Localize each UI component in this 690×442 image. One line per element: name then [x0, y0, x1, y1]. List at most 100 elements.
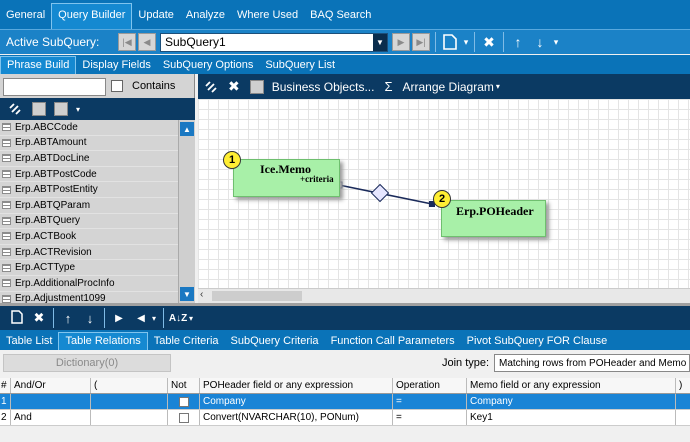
new-subquery-dropdown-icon[interactable]: ▾ [461, 31, 471, 53]
list-item[interactable]: Erp.ABTPostEntity [0, 182, 178, 198]
scroll-down-icon[interactable]: ▼ [180, 287, 194, 301]
first-subquery-button[interactable]: |◀ [118, 33, 136, 51]
chevron-down-icon[interactable]: ▾ [152, 314, 156, 323]
andor-cell[interactable]: And [11, 410, 91, 425]
tab-subquery-list[interactable]: SubQuery List [259, 59, 341, 74]
open-paren-cell[interactable] [91, 394, 168, 409]
tab-general[interactable]: General [0, 3, 51, 29]
move-down-icon[interactable]: ↓ [529, 31, 551, 53]
table-options-icon[interactable] [54, 102, 68, 116]
column-header[interactable]: # [0, 378, 11, 393]
left-field-cell[interactable]: Convert(NVARCHAR(10), PONum) [200, 410, 393, 425]
list-item[interactable]: Erp.ABCCode [0, 120, 178, 136]
last-subquery-button[interactable]: ▶| [412, 33, 430, 51]
sigma-icon[interactable]: Σ [384, 79, 392, 94]
tab-table-list[interactable]: Table List [0, 335, 58, 350]
column-header[interactable]: ( [91, 378, 168, 393]
link-icon[interactable] [6, 98, 24, 120]
list-item[interactable]: Erp.ACTRevision [0, 245, 178, 261]
tab-table-criteria[interactable]: Table Criteria [148, 335, 225, 350]
scroll-up-icon[interactable]: ▲ [180, 122, 194, 136]
open-paren-cell[interactable] [91, 410, 168, 425]
table-node-poheader[interactable]: Erp.POHeader [441, 200, 546, 237]
table-view-icon[interactable] [32, 102, 46, 116]
list-item[interactable]: Erp.ABTQParam [0, 198, 178, 214]
new-subquery-icon[interactable] [439, 31, 461, 53]
toolbar-separator [503, 32, 504, 52]
table-row[interactable]: 2 And Convert(NVARCHAR(10), PONum) = Key… [0, 410, 690, 426]
list-item[interactable]: Erp.ABTDocLine [0, 151, 178, 167]
tab-subquery-options[interactable]: SubQuery Options [157, 59, 260, 74]
move-dropdown-icon[interactable]: ▾ [551, 31, 561, 53]
chevron-down-icon[interactable]: ▼ [373, 33, 387, 51]
outdent-icon[interactable]: ◀ [130, 313, 152, 324]
not-cell[interactable] [168, 394, 200, 409]
new-icon[interactable] [6, 309, 28, 327]
list-item[interactable]: Erp.ABTAmount [0, 136, 178, 152]
tab-analyze[interactable]: Analyze [180, 3, 231, 29]
not-cell[interactable] [168, 410, 200, 425]
column-header[interactable]: Not [168, 378, 200, 393]
list-item[interactable]: Erp.ACTBook [0, 229, 178, 245]
list-item[interactable]: Erp.ABTPostCode [0, 167, 178, 183]
column-header[interactable]: Memo field or any expression [467, 378, 676, 393]
subquery-select[interactable]: SubQuery1 ▼ [160, 32, 388, 52]
delete-subquery-icon[interactable]: ✖ [478, 31, 500, 53]
join-type-select[interactable]: Matching rows from POHeader and Memo [494, 354, 690, 372]
chevron-down-icon[interactable]: ▾ [76, 105, 80, 114]
not-checkbox[interactable] [179, 412, 189, 423]
table-node-memo[interactable]: Ice.Memo +criteria [233, 159, 340, 197]
delete-icon[interactable]: ✖ [28, 310, 50, 326]
arrange-diagram-button[interactable]: Arrange Diagram ▾ [403, 80, 500, 94]
column-header[interactable]: POHeader field or any expression [200, 378, 393, 393]
tab-pivot-subquery-for-clause[interactable]: Pivot SubQuery FOR Clause [461, 335, 614, 350]
table-icon [2, 248, 11, 257]
list-item[interactable]: Erp.ACTType [0, 260, 178, 276]
prev-subquery-button[interactable]: ◀ [138, 33, 156, 51]
delete-icon[interactable]: ✖ [228, 78, 240, 95]
chevron-left-icon[interactable]: ‹ [200, 289, 203, 300]
move-up-icon[interactable]: ↑ [507, 31, 529, 53]
tab-display-fields[interactable]: Display Fields [76, 59, 156, 74]
tab-subquery-criteria[interactable]: SubQuery Criteria [225, 335, 325, 350]
sort-az-icon[interactable]: A↓Z [167, 313, 189, 324]
table-search-input[interactable] [3, 78, 106, 96]
indent-icon[interactable]: ▶ [108, 313, 130, 324]
contains-checkbox[interactable] [111, 80, 123, 92]
right-field-cell[interactable]: Company [467, 394, 676, 409]
tab-baq-search[interactable]: BAQ Search [304, 3, 377, 29]
tab-function-call-parameters[interactable]: Function Call Parameters [325, 335, 461, 350]
move-up-icon[interactable]: ↑ [57, 311, 79, 326]
business-objects-button[interactable]: Business Objects... [249, 79, 374, 94]
tab-query-builder[interactable]: Query Builder [51, 3, 133, 29]
left-field-cell[interactable]: Company [200, 394, 393, 409]
operation-cell[interactable]: = [393, 410, 467, 425]
not-checkbox[interactable] [179, 396, 189, 407]
tab-where-used[interactable]: Where Used [231, 3, 304, 29]
table-icon [2, 201, 11, 210]
operation-cell[interactable]: = [393, 394, 467, 409]
dictionary-button[interactable]: Dictionary(0) [3, 354, 171, 372]
table-list-scrollbar[interactable]: ▲ ▼ [178, 120, 195, 303]
list-item[interactable]: Erp.ABTQuery [0, 214, 178, 230]
list-item[interactable]: Erp.AdditionalProcInfo [0, 276, 178, 292]
next-subquery-button[interactable]: ▶ [392, 33, 410, 51]
table-row[interactable]: 1 Company = Company [0, 394, 690, 410]
link-tables-icon[interactable] [204, 80, 218, 94]
column-header[interactable]: ) [676, 378, 690, 393]
chevron-down-icon[interactable]: ▾ [189, 314, 193, 323]
tab-phrase-build[interactable]: Phrase Build [0, 56, 77, 74]
scrollbar-thumb[interactable] [212, 291, 302, 301]
andor-cell[interactable] [11, 394, 91, 409]
column-header[interactable]: Operation [393, 378, 467, 393]
close-paren-cell[interactable] [676, 394, 690, 409]
tab-update[interactable]: Update [132, 3, 179, 29]
tab-table-relations[interactable]: Table Relations [58, 332, 148, 350]
close-paren-cell[interactable] [676, 410, 690, 425]
query-diagram-canvas[interactable]: Ice.Memo +criteria 1 Erp.POHeader 2 [198, 99, 690, 288]
diagram-scrollbar[interactable]: ‹ [198, 288, 690, 303]
move-down-icon[interactable]: ↓ [79, 311, 101, 326]
column-header[interactable]: And/Or [11, 378, 91, 393]
right-field-cell[interactable]: Key1 [467, 410, 676, 425]
list-item[interactable]: Erp.Adjustment1099 [0, 292, 178, 303]
